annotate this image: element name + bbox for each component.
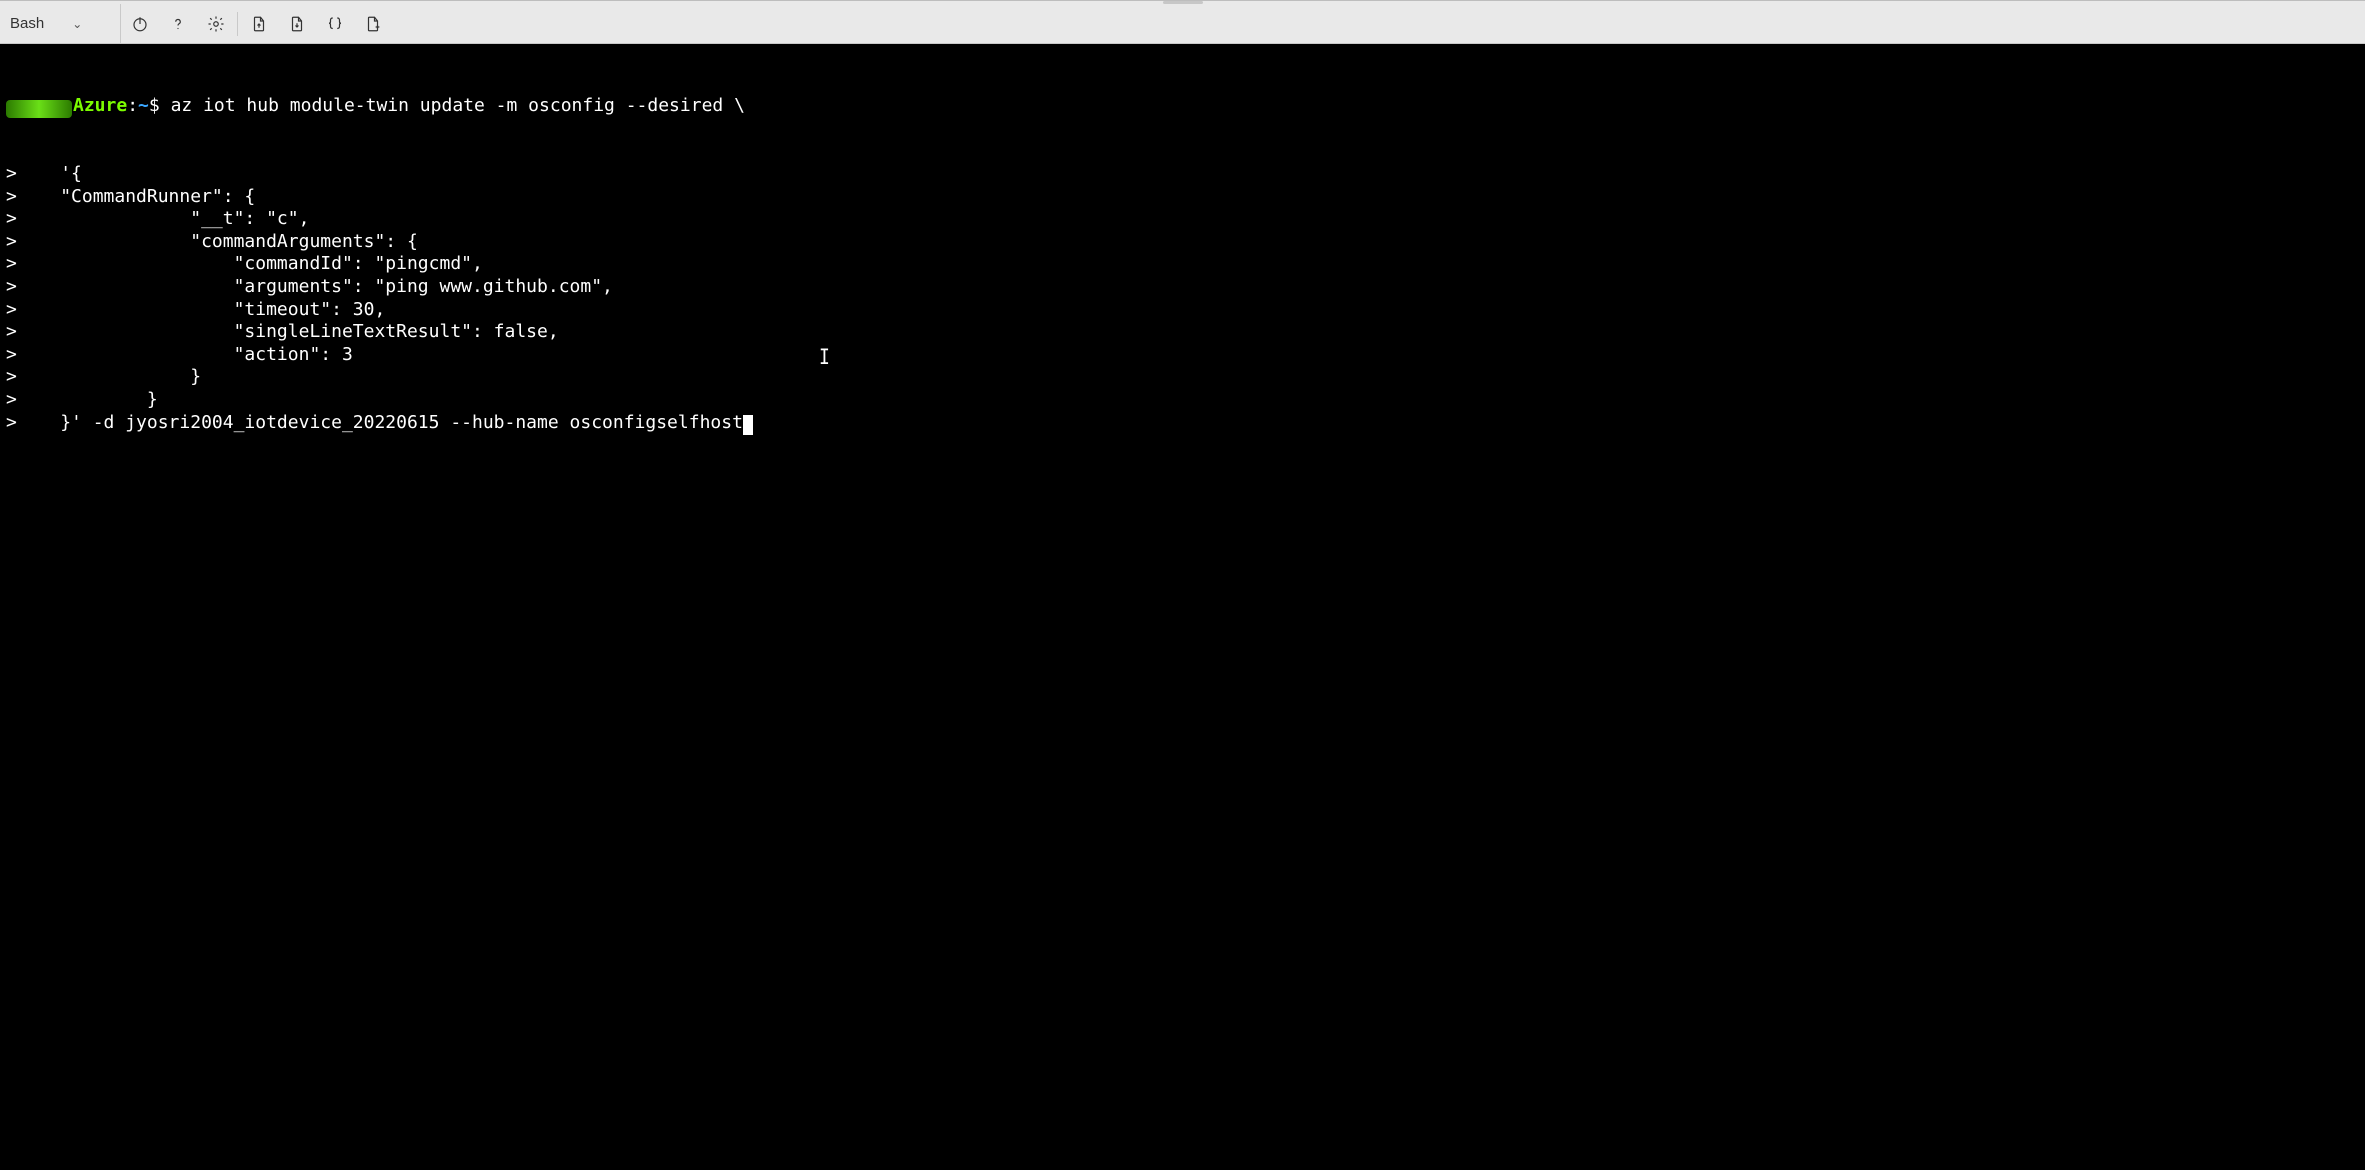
continuation-prompt: >: [6, 321, 17, 342]
continuation-prompt: >: [6, 344, 17, 365]
cursor-block: [743, 415, 753, 435]
terminal-line: > "CommandRunner": {: [6, 186, 2361, 209]
continuation-prompt: >: [6, 186, 17, 207]
terminal-line: > '{: [6, 163, 2361, 186]
settings-icon[interactable]: [197, 4, 235, 43]
upload-file-icon[interactable]: [240, 4, 278, 43]
continuation-prompt: >: [6, 366, 17, 387]
terminal-line: > }: [6, 366, 2361, 389]
line-text: "singleLineTextResult": false,: [17, 321, 559, 342]
continuation-prompt: >: [6, 208, 17, 229]
redacted-username: [6, 100, 72, 118]
terminal[interactable]: Azure:~$ az iot hub module-twin update -…: [0, 44, 2365, 1170]
line-text: "commandArguments": {: [17, 231, 418, 252]
command-text: [160, 95, 171, 116]
continuation-prompt: >: [6, 231, 17, 252]
shell-picker-label: Bash: [10, 15, 44, 32]
terminal-line: > "timeout": 30,: [6, 299, 2361, 322]
prompt-symbol: $: [149, 95, 160, 116]
prompt-path: ~: [138, 95, 149, 116]
line-text: }' -d jyosri2004_iotdevice_20220615 --hu…: [17, 412, 743, 433]
line-text: }: [17, 366, 201, 387]
terminal-line: > "arguments": "ping www.github.com",: [6, 276, 2361, 299]
chevron-down-icon: ⌄: [72, 17, 82, 31]
terminal-line: > "commandArguments": {: [6, 231, 2361, 254]
line-text: }: [17, 389, 158, 410]
line-text: "timeout": 30,: [17, 299, 385, 320]
line-text: "action": 3: [17, 344, 353, 365]
line-text: "commandId": "pingcmd",: [17, 253, 483, 274]
terminal-line: > "commandId": "pingcmd",: [6, 253, 2361, 276]
terminal-line: > "singleLineTextResult": false,: [6, 321, 2361, 344]
line-text: "arguments": "ping www.github.com",: [17, 276, 613, 297]
braces-icon[interactable]: [316, 4, 354, 43]
prompt-line: Azure:~$ az iot hub module-twin update -…: [6, 95, 2361, 118]
continuation-prompt: >: [6, 163, 17, 184]
line-text: "CommandRunner": {: [17, 186, 255, 207]
continuation-prompt: >: [6, 412, 17, 433]
toolbar: Bash ⌄: [0, 4, 2365, 44]
terminal-line: > }: [6, 389, 2361, 412]
line-text: '{: [17, 163, 82, 184]
drag-handle[interactable]: [0, 0, 2365, 4]
shell-picker[interactable]: Bash ⌄: [6, 4, 121, 43]
command-text-1: az iot hub module-twin update -m osconfi…: [171, 95, 745, 116]
terminal-line: > "action": 3: [6, 344, 2361, 367]
power-icon[interactable]: [121, 4, 159, 43]
prompt-colon: :: [127, 95, 138, 116]
continuation-prompt: >: [6, 253, 17, 274]
toolbar-divider: [237, 12, 238, 36]
continuation-prompt: >: [6, 389, 17, 410]
download-file-icon[interactable]: [278, 4, 316, 43]
terminal-line: > "__t": "c",: [6, 208, 2361, 231]
help-icon[interactable]: [159, 4, 197, 43]
continuation-prompt: >: [6, 276, 17, 297]
prompt-label: Azure: [73, 95, 127, 116]
terminal-line: > }' -d jyosri2004_iotdevice_20220615 --…: [6, 412, 2361, 435]
continuation-prompt: >: [6, 299, 17, 320]
new-session-icon[interactable]: [354, 4, 392, 43]
line-text: "__t": "c",: [17, 208, 310, 229]
